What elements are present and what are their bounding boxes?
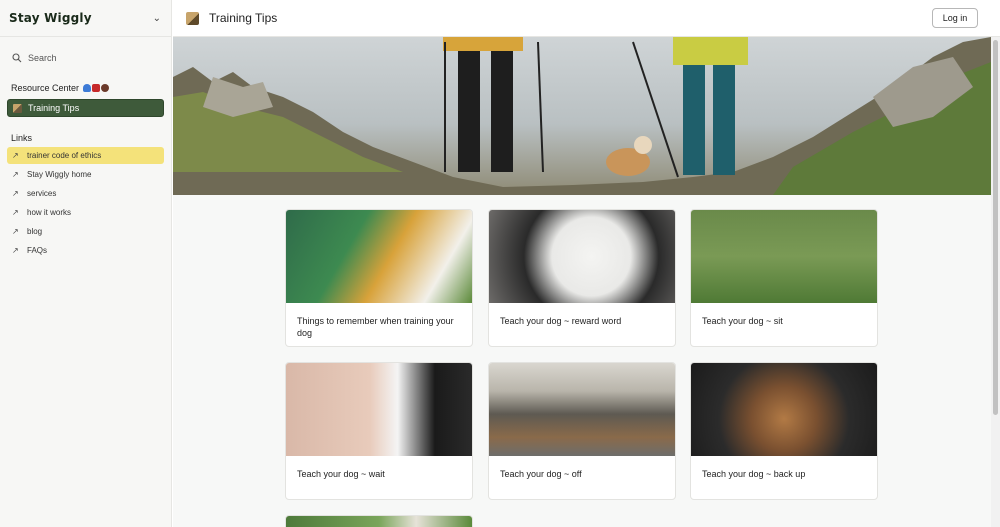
card-image [286, 210, 472, 303]
card-partial[interactable] [285, 515, 473, 527]
resource-center-label: Resource Center [0, 81, 171, 95]
external-link-icon: ↗ [12, 189, 19, 198]
card-title: Teach your dog ~ sit [702, 316, 783, 326]
sidebar-item-training-tips[interactable]: Training Tips [7, 99, 164, 117]
external-link-icon: ↗ [12, 170, 19, 179]
card-image [691, 210, 877, 303]
backpack-icon [92, 84, 101, 92]
sidebar-link-blog[interactable]: ↗ blog [7, 223, 164, 240]
sidebar-link-faqs[interactable]: ↗ FAQs [7, 242, 164, 259]
page-title: Training Tips [209, 11, 278, 25]
search-label: Search [28, 53, 57, 63]
sidebar-link-trainer-code-of-ethics[interactable]: ↗ trainer code of ethics [7, 147, 164, 164]
hero-image [173, 37, 991, 195]
chevron-down-icon[interactable]: ⌄ [153, 13, 161, 24]
page-thumbnail-icon [13, 103, 22, 113]
card-title: Teach your dog ~ reward word [500, 316, 622, 326]
cards-grid: Things to remember when training your do… [173, 195, 991, 527]
sidebar: Stay Wiggly ⌄ Search Resource Center Tra… [0, 0, 172, 527]
card-image [489, 363, 675, 456]
sidebar-link-services[interactable]: ↗ services [7, 185, 164, 202]
card-title: Teach your dog ~ back up [702, 469, 806, 479]
card-title: Teach your dog ~ wait [297, 469, 385, 479]
card-image [691, 363, 877, 456]
brand-logo: Stay Wiggly [9, 11, 92, 25]
card-title: Things to remember when training your do… [297, 316, 454, 338]
cap-icon [83, 84, 92, 92]
card-title: Teach your dog ~ off [500, 469, 582, 479]
workspace-switcher[interactable]: Stay Wiggly ⌄ [0, 0, 171, 37]
resource-center-emoji-icons [83, 84, 110, 92]
card-reward-word[interactable]: Teach your dog ~ reward word [488, 209, 676, 347]
card-image [489, 210, 675, 303]
card-image [286, 516, 472, 527]
bone-icon [101, 84, 110, 92]
external-link-icon: ↗ [12, 151, 19, 160]
page-icon [186, 11, 199, 25]
external-link-icon: ↗ [12, 246, 19, 255]
card-things-to-remember[interactable]: Things to remember when training your do… [285, 209, 473, 347]
links-section-label: Links [11, 133, 33, 143]
page-header: Training Tips Log in [173, 0, 1000, 37]
external-link-icon: ↗ [12, 208, 19, 217]
card-off[interactable]: Teach your dog ~ off [488, 362, 676, 500]
external-link-icon: ↗ [12, 227, 19, 236]
sidebar-link-how-it-works[interactable]: ↗ how it works [7, 204, 164, 221]
hikers-with-dog-illustration [173, 37, 991, 195]
card-sit[interactable]: Teach your dog ~ sit [690, 209, 878, 347]
sidebar-link-stay-wiggly-home[interactable]: ↗ Stay Wiggly home [7, 166, 164, 183]
card-image [286, 363, 472, 456]
search-button[interactable]: Search [0, 47, 171, 69]
sidebar-item-label: Training Tips [28, 103, 80, 113]
card-back-up[interactable]: Teach your dog ~ back up [690, 362, 878, 500]
search-icon [12, 53, 22, 63]
card-wait[interactable]: Teach your dog ~ wait [285, 362, 473, 500]
login-button[interactable]: Log in [932, 8, 978, 28]
scrollbar-thumb[interactable] [993, 40, 998, 415]
